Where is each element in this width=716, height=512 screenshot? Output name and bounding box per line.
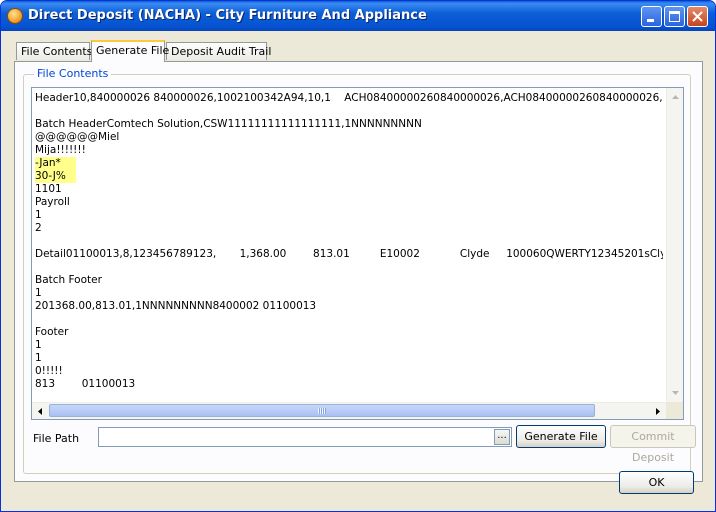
file-line: 1 <box>35 339 663 352</box>
tab-file-contents[interactable]: File Contents <box>16 42 92 60</box>
generate-file-panel: File Contents Header10,840000026 8400000… <box>14 61 703 482</box>
file-line-text: @@@@@@Miel <box>35 131 120 143</box>
generate-file-button[interactable]: Generate File <box>516 425 606 448</box>
dialog-client: File Contents Generate File Deposit Audi… <box>4 31 712 508</box>
file-line-text: Header10,840000026 840000026,1002100342A… <box>35 92 663 104</box>
vertical-scrollbar[interactable] <box>666 88 683 402</box>
file-line-text: 1 <box>35 209 42 221</box>
file-line-text: -Jan* <box>35 157 76 170</box>
file-line-text: 1 <box>35 287 42 299</box>
file-line: 1 <box>35 209 663 222</box>
file-line: Detail01100013,8,123456789123, 1,368.00 … <box>35 248 663 261</box>
close-button[interactable] <box>687 6 708 27</box>
browse-button[interactable]: ... <box>494 429 510 445</box>
horizontal-scrollbar[interactable] <box>32 402 666 419</box>
ok-button[interactable]: OK <box>619 471 694 494</box>
group-legend: File Contents <box>34 67 112 80</box>
file-line <box>35 313 663 326</box>
file-line <box>35 261 663 274</box>
file-line-text: 201368.00,813.01,1NNNNNNNNN8400002 01100… <box>35 300 317 312</box>
file-line: 1 <box>35 352 663 365</box>
file-line: 30-J% <box>35 170 663 183</box>
file-contents-group: File Contents Header10,840000026 8400000… <box>23 67 696 474</box>
scroll-down-icon[interactable] <box>668 385 683 400</box>
scroll-right-icon[interactable] <box>650 404 665 419</box>
window-title: Direct Deposit (NACHA) - City Furniture … <box>28 8 427 23</box>
file-line: Batch Footer <box>35 274 663 287</box>
file-line: Footer <box>35 326 663 339</box>
file-line-text: 1 <box>35 352 42 364</box>
file-line-text: Batch HeaderComtech Solution,CSW11111111… <box>35 118 422 130</box>
file-contents-textbox[interactable]: Header10,840000026 840000026,1002100342A… <box>31 87 684 420</box>
file-line-text: Payroll <box>35 196 70 208</box>
minimize-icon <box>647 19 654 22</box>
maximize-icon <box>669 11 680 22</box>
scroll-grip-icon <box>318 408 326 414</box>
file-line: -Jan* <box>35 157 663 170</box>
file-line-text: Detail01100013,8,123456789123, 1,368.00 … <box>35 248 663 260</box>
title-bar[interactable]: Direct Deposit (NACHA) - City Furniture … <box>1 1 715 31</box>
file-line: 2 <box>35 222 663 235</box>
file-line <box>35 105 663 118</box>
file-line-text: 2 <box>35 222 42 234</box>
file-line-text: 1 <box>35 339 42 351</box>
tab-generate-file[interactable]: Generate File <box>91 40 169 62</box>
file-line: Batch HeaderComtech Solution,CSW11111111… <box>35 118 663 131</box>
file-line-text: 813 01100013 <box>35 378 136 390</box>
file-contents-text: Header10,840000026 840000026,1002100342A… <box>35 92 663 399</box>
file-line: 1101 <box>35 183 663 196</box>
file-line: 201368.00,813.01,1NNNNNNNNN8400002 01100… <box>35 300 663 313</box>
file-path-input[interactable] <box>98 427 512 447</box>
file-path-label: File Path <box>33 432 80 445</box>
file-line: 1 <box>35 287 663 300</box>
file-line-text: 1101 <box>35 183 62 195</box>
file-line: 813 01100013 <box>35 378 663 391</box>
file-line: Mija!!!!!!! <box>35 144 663 157</box>
file-line-text: Batch Footer <box>35 274 102 286</box>
file-line-text: Mija!!!!!!! <box>35 144 86 156</box>
commit-deposit-button[interactable]: Commit Deposit <box>610 425 696 464</box>
maximize-button[interactable] <box>664 6 685 27</box>
close-icon <box>692 11 703 22</box>
scroll-up-icon[interactable] <box>668 90 683 105</box>
scroll-corner <box>666 402 683 419</box>
file-line: @@@@@@Miel <box>35 131 663 144</box>
tab-deposit-audit-trail[interactable]: Deposit Audit Trail <box>166 42 271 60</box>
file-line-text: Footer <box>35 326 69 338</box>
direct-deposit-window: Direct Deposit (NACHA) - City Furniture … <box>0 0 716 512</box>
file-line: 0!!!!! <box>35 365 663 378</box>
file-line-text: 30-J% <box>35 170 76 183</box>
horizontal-scroll-thumb[interactable] <box>49 404 595 417</box>
minimize-button[interactable] <box>641 6 662 27</box>
file-line-text: 0!!!!! <box>35 365 63 377</box>
app-icon <box>7 8 23 24</box>
scroll-left-icon[interactable] <box>33 404 48 419</box>
file-line: Payroll <box>35 196 663 209</box>
file-line: Header10,840000026 840000026,1002100342A… <box>35 92 663 105</box>
file-line <box>35 235 663 248</box>
